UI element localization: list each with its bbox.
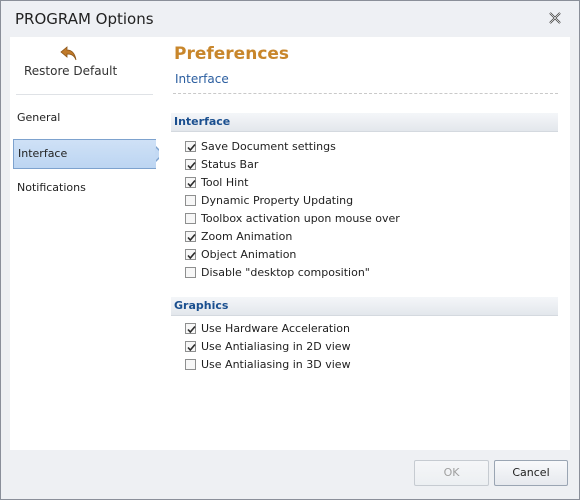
- option-label: Save Document settings: [201, 140, 336, 153]
- section-header-label: Interface: [174, 115, 231, 128]
- option-label: Dynamic Property Updating: [201, 194, 354, 207]
- sidebar: Restore Default General Interface Notifi…: [10, 37, 164, 450]
- window-title: PROGRAM Options: [15, 10, 154, 28]
- sidebar-item-notifications[interactable]: Notifications: [10, 173, 159, 203]
- checkbox-unchecked-icon[interactable]: [185, 195, 196, 206]
- cancel-button[interactable]: Cancel: [494, 460, 568, 486]
- option-label: Use Antialiasing in 2D view: [201, 340, 351, 353]
- option-label: Status Bar: [201, 158, 259, 171]
- undo-arrow-icon: [60, 46, 78, 62]
- checkbox-checked-icon[interactable]: [185, 249, 196, 260]
- option-label: Toolbox activation upon mouse over: [201, 212, 400, 225]
- option-label: Disable "desktop composition": [201, 266, 370, 279]
- preferences-panel: Preferences Interface Interface Graphics…: [159, 37, 570, 450]
- checkbox-unchecked-icon[interactable]: [185, 359, 196, 370]
- section-header-graphics: Graphics: [171, 297, 558, 316]
- checkbox-checked-icon[interactable]: [185, 141, 196, 152]
- option-label: Tool Hint: [201, 176, 249, 189]
- sidebar-item-label: Notifications: [17, 181, 86, 194]
- checkbox-unchecked-icon[interactable]: [185, 267, 196, 278]
- page-title: Preferences: [174, 44, 290, 64]
- title-bar: PROGRAM Options: [1, 1, 579, 36]
- option-label: Object Animation: [201, 248, 297, 261]
- option-label: Use Antialiasing in 3D view: [201, 358, 351, 371]
- restore-default-label: Restore Default: [24, 64, 118, 78]
- restore-default-button[interactable]: Restore Default: [10, 37, 159, 95]
- page-subtitle: Interface: [175, 72, 229, 86]
- close-icon[interactable]: [549, 12, 561, 24]
- title-divider: [173, 93, 558, 94]
- sidebar-divider: [16, 94, 153, 95]
- checkbox-checked-icon[interactable]: [185, 231, 196, 242]
- options-window: PROGRAM Options Restore Default General …: [0, 0, 580, 500]
- checkbox-checked-icon[interactable]: [185, 323, 196, 334]
- checkbox-checked-icon[interactable]: [185, 159, 196, 170]
- checkbox-unchecked-icon[interactable]: [185, 213, 196, 224]
- sidebar-item-general[interactable]: General: [10, 103, 159, 133]
- sidebar-item-label: General: [17, 111, 61, 124]
- checkbox-checked-icon[interactable]: [185, 177, 196, 188]
- section-header-interface: Interface: [171, 113, 558, 132]
- ok-button[interactable]: OK: [414, 460, 489, 486]
- sidebar-item-interface[interactable]: Interface: [13, 139, 164, 169]
- checkbox-checked-icon[interactable]: [185, 341, 196, 352]
- section-header-label: Graphics: [174, 299, 229, 312]
- option-label: Zoom Animation: [201, 230, 293, 243]
- sidebar-item-label: Interface: [18, 147, 68, 160]
- option-label: Use Hardware Acceleration: [201, 322, 351, 335]
